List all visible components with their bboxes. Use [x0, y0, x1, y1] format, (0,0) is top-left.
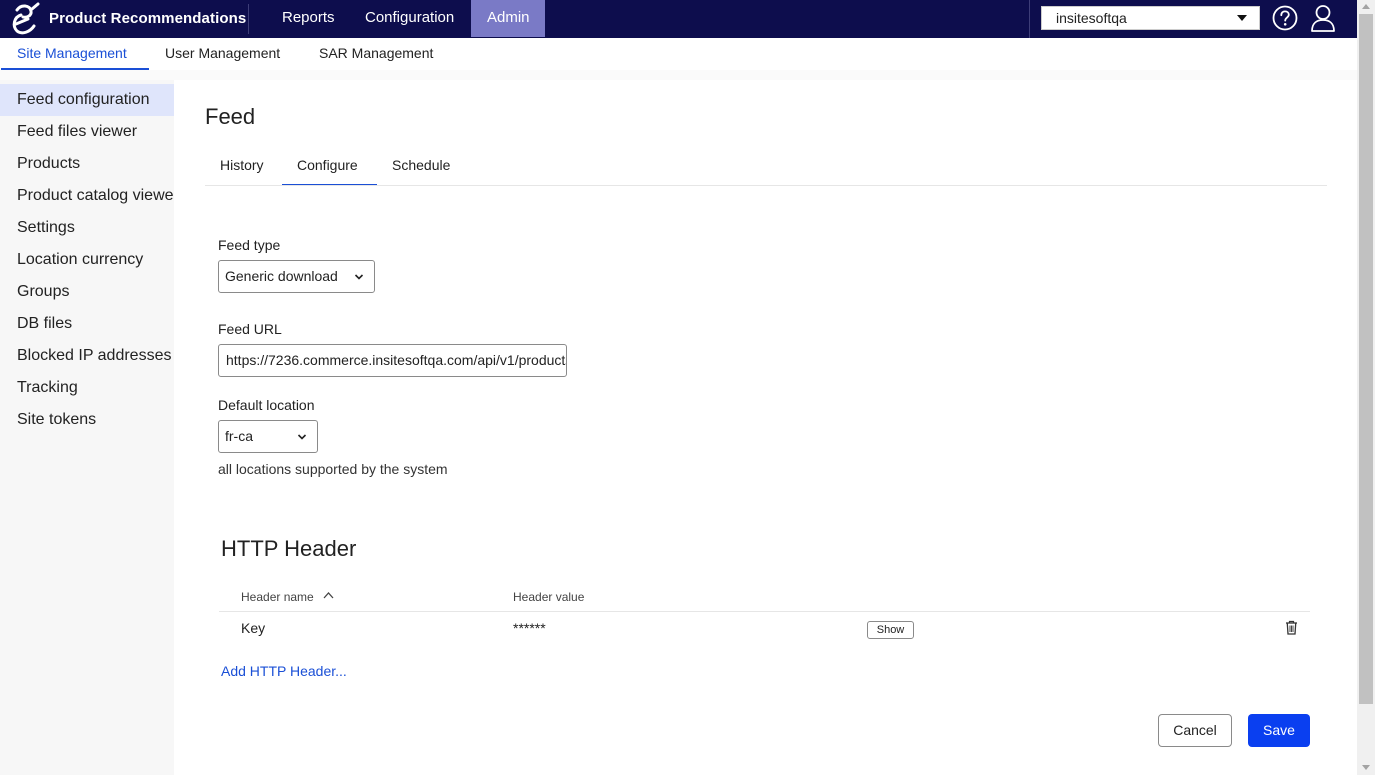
nav-configuration[interactable]: Configuration [355, 0, 464, 37]
subtab-user-management[interactable]: User Management [149, 38, 296, 70]
default-location-select[interactable]: fr-ca [218, 420, 318, 453]
site-select-value: insitesoftqa [1056, 10, 1127, 26]
tab-schedule[interactable]: Schedule [377, 148, 465, 186]
feed-type-value: Generic download [225, 268, 338, 284]
scroll-up-arrow-icon[interactable] [1362, 4, 1370, 9]
page-title: Feed [205, 104, 256, 129]
tab-divider [205, 185, 1327, 186]
default-location-value: fr-ca [225, 428, 253, 444]
chevron-down-icon [354, 274, 364, 280]
scroll-down-arrow-icon[interactable] [1362, 765, 1370, 770]
default-location-label: Default location [218, 397, 315, 413]
http-header-title: HTTP Header [221, 536, 357, 561]
sort-ascending-icon[interactable] [323, 591, 334, 600]
sidebar-item-product-catalog-viewer[interactable]: Product catalog viewer [0, 180, 174, 212]
top-bar: Product Recommendations Reports Configur… [0, 0, 1357, 38]
header-divider-band [0, 70, 1357, 80]
subtab-site-management[interactable]: Site Management [1, 38, 149, 70]
sidebar-item-location-currency[interactable]: Location currency [0, 244, 174, 276]
feed-type-select[interactable]: Generic download [218, 260, 375, 293]
sidebar-item-settings[interactable]: Settings [0, 212, 174, 244]
tab-configure[interactable]: Configure [282, 148, 377, 186]
sidebar-item-site-tokens[interactable]: Site tokens [0, 404, 174, 436]
sidebar-item-groups[interactable]: Groups [0, 276, 174, 308]
header-row-name: Key [241, 620, 266, 636]
sidebar-item-db-files[interactable]: DB files [0, 308, 174, 340]
sub-navigation: Site Management User Management SAR Mana… [0, 38, 1357, 70]
trash-icon[interactable] [1285, 620, 1298, 635]
nav-separator-right [1029, 0, 1030, 38]
sidebar-item-products[interactable]: Products [0, 148, 174, 180]
header-row-value: ****** [513, 620, 546, 636]
scrollbar-thumb[interactable] [1359, 14, 1373, 704]
cancel-button[interactable]: Cancel [1158, 714, 1232, 747]
feed-url-input[interactable]: https://7236.commerce.insitesoftqa.com/a… [218, 344, 567, 377]
brand-title: Product Recommendations [49, 10, 247, 27]
site-select[interactable]: insitesoftqa [1041, 6, 1260, 30]
save-button[interactable]: Save [1248, 714, 1310, 747]
add-http-header-link[interactable]: Add HTTP Header... [221, 663, 347, 679]
logo-icon[interactable] [8, 2, 42, 36]
help-icon[interactable] [1272, 5, 1298, 31]
chevron-down-icon [297, 434, 307, 440]
tab-history[interactable]: History [205, 148, 279, 186]
main-content: Feed History Configure Schedule Feed typ… [174, 80, 1357, 775]
caret-down-icon [1237, 15, 1247, 21]
subtab-sar-management[interactable]: SAR Management [303, 38, 449, 70]
table-header-divider [219, 611, 1310, 612]
vertical-scrollbar[interactable] [1357, 0, 1375, 775]
default-location-hint: all locations supported by the system [218, 461, 448, 477]
feed-url-label: Feed URL [218, 321, 282, 337]
nav-reports[interactable]: Reports [272, 0, 345, 37]
user-icon[interactable] [1310, 4, 1336, 32]
nav-separator [248, 4, 249, 34]
sidebar-item-blocked-ip-addresses[interactable]: Blocked IP addresses [0, 340, 174, 372]
nav-admin[interactable]: Admin [471, 0, 545, 37]
sidebar: Feed configuration Feed files viewer Pro… [0, 80, 174, 775]
sidebar-item-feed-files-viewer[interactable]: Feed files viewer [0, 116, 174, 148]
show-value-button[interactable]: Show [867, 621, 914, 639]
sidebar-item-tracking[interactable]: Tracking [0, 372, 174, 404]
column-header-name[interactable]: Header name [241, 590, 314, 604]
sidebar-item-feed-configuration[interactable]: Feed configuration [0, 84, 174, 116]
feed-type-label: Feed type [218, 237, 281, 253]
column-header-value: Header value [513, 590, 585, 604]
